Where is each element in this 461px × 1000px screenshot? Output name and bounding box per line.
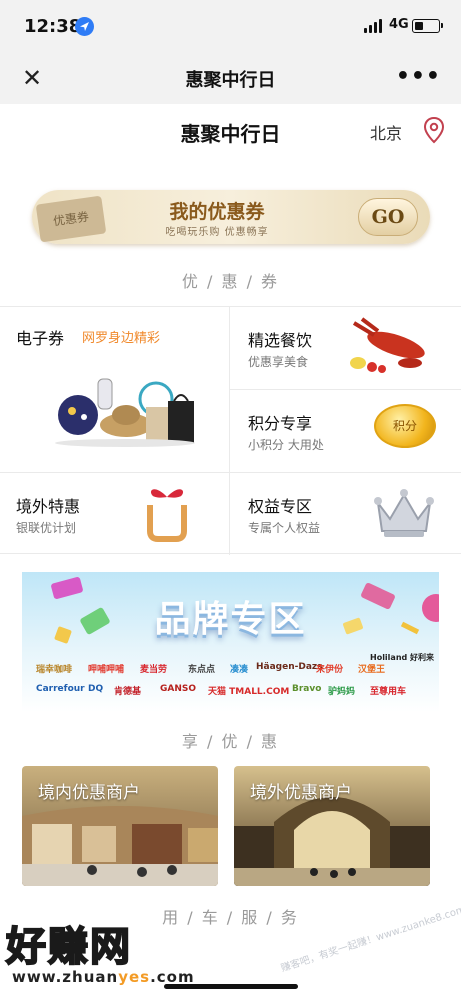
coupon-tag: 优惠券 — [35, 195, 107, 243]
site-watermark: 好赚网 — [5, 923, 132, 971]
brand-logo: 至尊用车 — [370, 687, 407, 697]
section-label-coupons: 优 / 惠 / 券 — [181, 272, 280, 291]
overseas-title: 境外特惠 — [16, 497, 81, 516]
brand-logo: 东点点 — [188, 665, 216, 675]
nav-bar: ✕ 惠聚中行日 ••• — [0, 52, 461, 104]
ecoupon-title: 电子券 — [16, 329, 65, 348]
network-label: 4G — [389, 17, 409, 32]
dining-title: 精选餐饮 — [248, 331, 313, 350]
overseas-merchants-label: 境外优惠商户 — [250, 783, 352, 803]
brand-logo: 驴妈妈 — [328, 687, 356, 697]
brand-logo: 麦当劳 — [140, 665, 168, 675]
location-pin-icon[interactable] — [422, 116, 446, 144]
battery-icon — [412, 19, 443, 33]
domestic-merchants-card[interactable]: 境内优惠商户 — [22, 766, 218, 886]
domestic-merchants-label: 境内优惠商户 — [38, 783, 140, 803]
nav-title: 惠聚中行日 — [185, 70, 276, 91]
more-icon[interactable]: ••• — [396, 64, 441, 89]
coupon-banner-title: 我的优惠券 — [169, 201, 265, 223]
points-title: 积分专享 — [248, 414, 313, 433]
overseas-subtitle: 银联优计划 — [16, 521, 77, 535]
city-selector[interactable]: 北京 — [370, 120, 402, 144]
home-indicator[interactable] — [164, 984, 298, 989]
coin-icon: 积分 — [374, 404, 436, 448]
lobster-icon — [350, 317, 425, 373]
dining-cell[interactable]: 精选餐饮 优惠享美食 — [230, 307, 461, 389]
page-content: 惠聚中行日 北京 优惠券 我的优惠券 吃喝玩乐购 优惠畅享 GO 优 / 惠 /… — [0, 104, 461, 1000]
overseas-merchants-card[interactable]: 境外优惠商户 — [234, 766, 430, 886]
brand-logo: 来伊份 — [316, 665, 344, 675]
rights-title: 权益专区 — [248, 497, 313, 516]
brand-logo: GANSO — [160, 684, 197, 694]
brand-logo: Bravo — [292, 684, 322, 694]
brand-logo: Häagen-Dazs — [256, 662, 323, 672]
brand-zone-title: 品牌专区 — [154, 599, 307, 640]
rights-subtitle: 专属个人权益 — [248, 521, 321, 535]
ecoupon-cell[interactable]: 电子券 网罗身边精彩 — [0, 307, 229, 472]
signal-icon — [364, 19, 384, 33]
brand-logo: 凑凑 — [230, 665, 249, 675]
brand-logo: 天猫 TMALL.COM — [208, 687, 290, 697]
dining-subtitle: 优惠享美食 — [248, 355, 309, 369]
crown-icon — [374, 489, 434, 537]
section-label-enjoy: 享 / 优 / 惠 — [181, 732, 280, 751]
brand-logo: Holiland 好利来 — [370, 653, 435, 662]
brand-logo: 瑞幸咖啡 — [36, 665, 73, 675]
shopping-illustration-icon — [55, 378, 195, 447]
status-bar: 12:38 4G — [0, 0, 461, 52]
watermark-url-prefix: www.zhuan — [12, 968, 119, 986]
brand-logo: DQ — [88, 684, 104, 694]
gift-icon — [147, 489, 187, 542]
brand-logo: 汉堡王 — [358, 665, 386, 675]
watermark-url-highlight: yes — [118, 968, 151, 986]
go-button[interactable]: GO — [358, 198, 418, 236]
overseas-cell[interactable]: 境外特惠 银联优计划 — [0, 473, 229, 555]
brand-logo: 呷哺呷哺 — [88, 665, 125, 675]
location-arrow-icon — [75, 17, 94, 36]
coupon-banner-subtitle: 吃喝玩乐购 优惠畅享 — [165, 227, 269, 238]
my-coupons-banner[interactable]: 优惠券 我的优惠券 吃喝玩乐购 优惠畅享 GO — [32, 190, 430, 244]
status-time: 12:38 — [24, 16, 82, 37]
rights-cell[interactable]: 权益专区 专属个人权益 — [230, 473, 461, 555]
points-subtitle: 小积分 大用处 — [248, 438, 324, 452]
brand-logo: 肯德基 — [114, 687, 142, 697]
brand-logo: Carrefour — [36, 684, 85, 694]
ecoupon-tag: 网罗身边精彩 — [82, 331, 161, 346]
coupon-grid: 电子券 网罗身边精彩 精选餐饮 优惠享美食 积分专享 小积分 大用处 积分 境外… — [0, 306, 461, 555]
brand-zone-banner[interactable]: 品牌专区 瑞幸咖啡 呷哺呷哺 麦当劳 东点点 凑凑 Häagen-Dazs 来伊… — [22, 572, 439, 712]
points-cell[interactable]: 积分专享 小积分 大用处 积分 — [230, 390, 461, 472]
